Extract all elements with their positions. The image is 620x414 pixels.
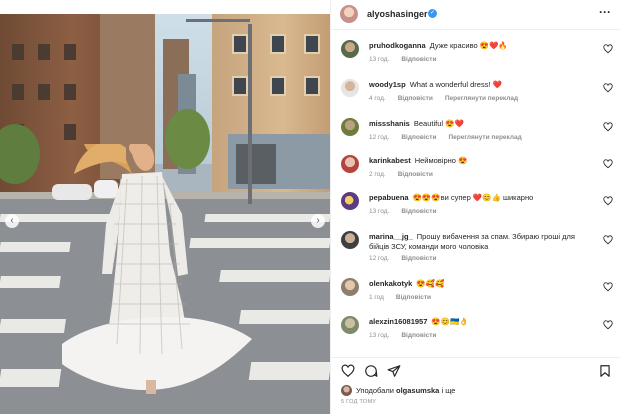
- commenter-avatar[interactable]: [341, 118, 359, 136]
- comment-time: 13 год.: [369, 332, 390, 339]
- heart-icon[interactable]: [603, 235, 613, 245]
- reply-button[interactable]: Відповісти: [401, 208, 436, 215]
- comment-item: pepabuena 😍😍😍ви супер ❤️😊👍 шикарно 13 год…: [331, 189, 620, 225]
- comment-item: pruhodkoganna Дуже красиво 😍❤️🔥 13 год. Ві…: [331, 37, 620, 73]
- instagram-post: ‹ › alyoshasinger ✓ ··· pruhodkoganna Дуж…: [0, 0, 620, 414]
- post-header: alyoshasinger ✓ ···: [331, 0, 620, 30]
- comment-text: What a wonderful dress! ❤️: [409, 80, 502, 89]
- commenter-avatar[interactable]: [341, 40, 359, 58]
- reply-button[interactable]: Відповісти: [401, 332, 436, 339]
- post-photo[interactable]: ‹ ›: [0, 14, 330, 414]
- see-translation-button[interactable]: Переглянути переклад: [445, 95, 518, 102]
- heart-icon[interactable]: [603, 282, 613, 292]
- comment-username[interactable]: olenkakotyk: [369, 279, 412, 288]
- comment-username[interactable]: woody1sp: [369, 80, 406, 89]
- post-timestamp: 5 ГОД ТОМУ: [341, 399, 377, 405]
- comment-item: missshanis Beautiful 😍❤️ 12 год. Відповіст…: [331, 115, 620, 151]
- prev-photo-button[interactable]: ‹: [5, 214, 19, 228]
- heart-icon[interactable]: [603, 159, 613, 169]
- post-actions-bar: [331, 357, 620, 381]
- comment-text: Неймовірно 😍: [414, 156, 468, 165]
- heart-icon[interactable]: [603, 122, 613, 132]
- comment-username[interactable]: pepabuena: [369, 193, 409, 202]
- comments-list: pruhodkoganna Дуже красиво 😍❤️🔥 13 год. Ві…: [331, 31, 620, 351]
- reply-button[interactable]: Відповісти: [398, 95, 433, 102]
- comment-time: 13 год.: [369, 208, 390, 215]
- commenter-avatar[interactable]: [341, 231, 359, 249]
- comment-item: alexzin16081957 😍😊🇺🇦👌 13 год. Відповісти: [331, 313, 620, 349]
- comment-text: 😍😍😍ви супер ❤️😊👍 шикарно: [412, 193, 534, 202]
- comment-username[interactable]: karinkabest: [369, 156, 411, 165]
- comment-username[interactable]: missshanis: [369, 119, 410, 128]
- comment-text: 😍😊🇺🇦👌: [431, 317, 469, 326]
- commenter-avatar[interactable]: [341, 155, 359, 173]
- comment-time: 12 год.: [369, 134, 390, 141]
- likes-summary: Уподобали olgasumska і ще: [341, 385, 611, 397]
- like-heart-icon[interactable]: [341, 364, 355, 378]
- comment-username[interactable]: marina__jg_: [369, 232, 413, 241]
- reply-button[interactable]: Відповісти: [396, 294, 431, 301]
- comment-time: 4 год.: [369, 95, 386, 102]
- comment-time: 13 год.: [369, 56, 390, 63]
- woman-in-white-dress: [62, 144, 252, 394]
- comment-text: Дуже красиво 😍❤️🔥: [429, 41, 508, 50]
- post-sidebar: alyoshasinger ✓ ··· pruhodkoganna Дуже кр…: [330, 0, 620, 414]
- verified-badge-icon: ✓: [428, 9, 437, 18]
- liker-username[interactable]: olgasumska: [396, 386, 439, 395]
- comment-time: 1 год: [369, 294, 384, 301]
- liker-avatar[interactable]: [341, 385, 352, 396]
- next-photo-button[interactable]: ›: [311, 214, 325, 228]
- commenter-avatar[interactable]: [341, 278, 359, 296]
- reply-button[interactable]: Відповісти: [398, 171, 433, 178]
- comment-item: karinkabest Неймовірно 😍 2 год. Відповісти: [331, 152, 620, 188]
- comment-item: woody1sp What a wonderful dress! ❤️ 4 год…: [331, 76, 620, 112]
- comment-item: olenkakotyk 😍🥰🥰 1 год Відповісти: [331, 275, 620, 311]
- comment-text: Beautiful 😍❤️: [413, 119, 464, 128]
- comment-time: 12 год.: [369, 255, 390, 262]
- more-horizontal-icon[interactable]: ···: [597, 5, 613, 19]
- see-translation-button[interactable]: Переглянути переклад: [448, 134, 521, 141]
- author-avatar[interactable]: [340, 5, 358, 23]
- commenter-avatar[interactable]: [341, 79, 359, 97]
- reply-button[interactable]: Відповісти: [401, 56, 436, 63]
- comment-username[interactable]: alexzin16081957: [369, 317, 427, 326]
- reply-button[interactable]: Відповісти: [401, 255, 436, 262]
- reply-button[interactable]: Відповісти: [401, 134, 436, 141]
- comment-time: 2 год.: [369, 171, 386, 178]
- heart-icon[interactable]: [603, 83, 613, 93]
- heart-icon[interactable]: [603, 44, 613, 54]
- commenter-avatar[interactable]: [341, 316, 359, 334]
- comment-username[interactable]: pruhodkoganna: [369, 41, 426, 50]
- comment-bubble-icon[interactable]: [364, 364, 378, 378]
- commenter-avatar[interactable]: [341, 192, 359, 210]
- heart-icon[interactable]: [603, 320, 613, 330]
- heart-icon[interactable]: [603, 196, 613, 206]
- bookmark-icon[interactable]: [598, 364, 612, 378]
- author-username[interactable]: alyoshasinger: [367, 9, 428, 19]
- comment-item: marina__jg_ Прошу вибачення за спам. Збир…: [331, 228, 620, 273]
- comment-text: 😍🥰🥰: [416, 279, 445, 288]
- share-paper-plane-icon[interactable]: [387, 364, 401, 378]
